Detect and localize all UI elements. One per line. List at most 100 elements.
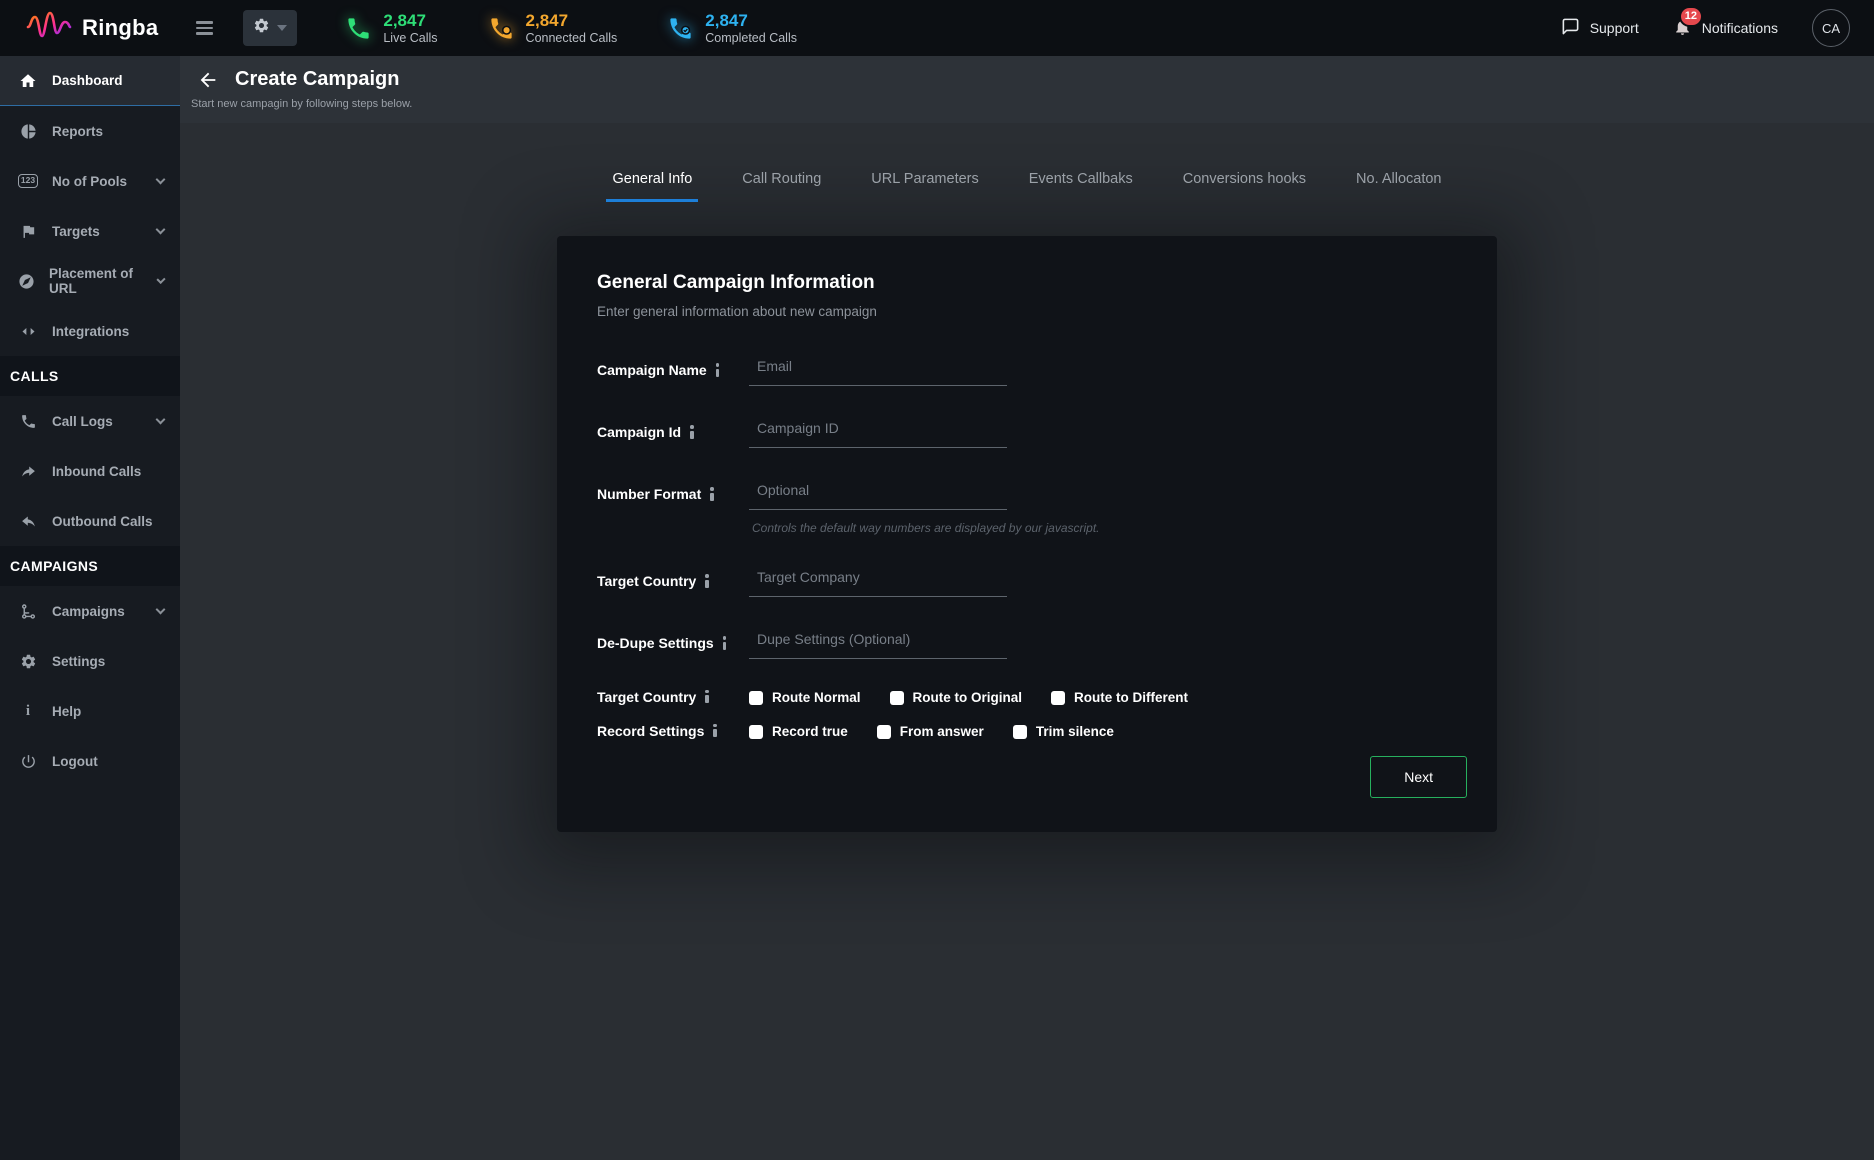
sidebar-item-settings[interactable]: Settings bbox=[0, 636, 180, 686]
checkbox-icon[interactable] bbox=[749, 725, 763, 739]
checkbox-icon[interactable] bbox=[1013, 725, 1027, 739]
sidebar-item-label: Inbound Calls bbox=[52, 464, 141, 479]
phone-connected-icon bbox=[488, 15, 515, 42]
info-icon bbox=[713, 724, 717, 738]
info-icon: i bbox=[18, 703, 38, 720]
target-country-input[interactable] bbox=[749, 564, 1007, 597]
campaign-tabs: General Info Call Routing URL Parameters… bbox=[180, 123, 1874, 202]
completed-calls-stat: 2,847 Completed Calls bbox=[667, 10, 797, 47]
route-normal-checkbox[interactable]: Route Normal bbox=[749, 690, 861, 705]
menu-toggle-icon[interactable] bbox=[196, 21, 213, 35]
chevron-down-icon bbox=[156, 604, 166, 614]
campaign-id-input[interactable] bbox=[749, 415, 1007, 448]
tab-general-info[interactable]: General Info bbox=[606, 171, 698, 202]
notifications-badge: 12 bbox=[1679, 6, 1703, 27]
form-row-campaign-id: Campaign Id bbox=[597, 415, 1467, 448]
page-title: Create Campaign bbox=[235, 68, 400, 91]
sidebar-item-inbound-calls[interactable]: Inbound Calls bbox=[0, 446, 180, 496]
support-label: Support bbox=[1590, 20, 1639, 36]
flag-pin-icon bbox=[18, 223, 38, 240]
record-true-checkbox[interactable]: Record true bbox=[749, 724, 848, 739]
pie-chart-icon bbox=[18, 123, 38, 140]
tab-events-callbaks[interactable]: Events Callbaks bbox=[1023, 171, 1139, 202]
number-format-input[interactable] bbox=[749, 477, 1007, 510]
call-stats: 2,847 Live Calls 2,847 Connected Calls 2… bbox=[345, 10, 797, 47]
brand-name: Ringba bbox=[82, 15, 158, 41]
chevron-down-icon bbox=[156, 174, 166, 184]
sidebar-item-outbound-calls[interactable]: Outbound Calls bbox=[0, 496, 180, 546]
sidebar-item-label: Outbound Calls bbox=[52, 514, 153, 529]
connected-calls-value: 2,847 bbox=[526, 10, 618, 31]
sidebar-item-call-logs[interactable]: Call Logs bbox=[0, 396, 180, 446]
sidebar-item-label: Settings bbox=[52, 654, 105, 669]
campaign-form: Campaign Name Campaign Id Number F bbox=[597, 353, 1467, 798]
tab-conversions-hooks[interactable]: Conversions hooks bbox=[1177, 171, 1312, 202]
form-row-target-country: Target Country bbox=[597, 564, 1467, 597]
info-icon bbox=[705, 574, 709, 588]
chevron-down-icon bbox=[156, 414, 166, 424]
live-calls-label: Live Calls bbox=[383, 31, 437, 47]
sidebar-section-campaigns: CAMPAIGNS bbox=[0, 546, 180, 586]
form-row-campaign-name: Campaign Name bbox=[597, 353, 1467, 386]
campaign-name-input[interactable] bbox=[749, 353, 1007, 386]
sidebar-section-calls: CALLS bbox=[0, 356, 180, 396]
sidebar-item-campaigns[interactable]: Campaigns bbox=[0, 586, 180, 636]
route-settings-label: Target Country bbox=[597, 689, 696, 705]
sidebar-item-help[interactable]: i Help bbox=[0, 686, 180, 736]
sidebar-item-logout[interactable]: Logout bbox=[0, 736, 180, 786]
completed-calls-value: 2,847 bbox=[705, 10, 797, 31]
chat-icon bbox=[1561, 17, 1580, 39]
connected-calls-stat: 2,847 Connected Calls bbox=[488, 10, 618, 47]
chevron-down-icon bbox=[277, 25, 287, 31]
notifications-button[interactable]: 12 Notifications bbox=[1673, 17, 1778, 40]
tab-no-allocaton[interactable]: No. Allocaton bbox=[1350, 171, 1447, 202]
checkbox-icon[interactable] bbox=[1051, 691, 1065, 705]
route-to-original-checkbox[interactable]: Route to Original bbox=[890, 690, 1023, 705]
form-row-number-format: Number Format Controls the default way n… bbox=[597, 477, 1467, 535]
campaign-id-label: Campaign Id bbox=[597, 424, 681, 440]
sidebar-item-label: Placement of URL bbox=[49, 266, 144, 296]
sidebar-item-label: Reports bbox=[52, 124, 103, 139]
live-calls-value: 2,847 bbox=[383, 10, 437, 31]
sidebar-item-no-of-pools[interactable]: 123 No of Pools bbox=[0, 156, 180, 206]
sidebar-item-label: Call Logs bbox=[52, 414, 113, 429]
sidebar-item-reports[interactable]: Reports bbox=[0, 106, 180, 156]
info-icon bbox=[723, 636, 727, 650]
sidebar-item-dashboard[interactable]: Dashboard bbox=[0, 56, 180, 106]
sidebar-item-placement-of-url[interactable]: Placement of URL bbox=[0, 256, 180, 306]
target-country-label: Target Country bbox=[597, 573, 696, 589]
trim-silence-checkbox[interactable]: Trim silence bbox=[1013, 724, 1114, 739]
checkbox-icon[interactable] bbox=[877, 725, 891, 739]
numbers-123-icon: 123 bbox=[18, 174, 38, 187]
from-answer-checkbox[interactable]: From answer bbox=[877, 724, 984, 739]
sidebar-item-label: Targets bbox=[52, 224, 100, 239]
tab-url-parameters[interactable]: URL Parameters bbox=[865, 171, 984, 202]
phone-completed-icon bbox=[667, 15, 694, 42]
route-to-different-checkbox[interactable]: Route to Different bbox=[1051, 690, 1188, 705]
sidebar-item-label: Campaigns bbox=[52, 604, 125, 619]
chevron-down-icon bbox=[156, 274, 165, 283]
support-button[interactable]: Support bbox=[1561, 17, 1639, 39]
sidebar: Dashboard Reports 123 No of Pools Target… bbox=[0, 56, 180, 1160]
dedupe-settings-label: De-Dupe Settings bbox=[597, 635, 714, 651]
compass-icon bbox=[18, 273, 35, 290]
ringba-logo-icon bbox=[26, 9, 72, 48]
completed-calls-label: Completed Calls bbox=[705, 31, 797, 47]
avatar[interactable]: CA bbox=[1812, 9, 1850, 47]
form-row-record-settings: Record Settings Record true From answer … bbox=[597, 722, 1467, 739]
number-format-helper: Controls the default way numbers are dis… bbox=[749, 521, 1100, 535]
page-subtitle: Start new campagin by following steps be… bbox=[191, 98, 1874, 110]
next-button[interactable]: Next bbox=[1370, 756, 1467, 798]
tab-call-routing[interactable]: Call Routing bbox=[736, 171, 827, 202]
campaign-name-label: Campaign Name bbox=[597, 362, 707, 378]
checkbox-icon[interactable] bbox=[749, 691, 763, 705]
quick-settings-button[interactable] bbox=[243, 10, 297, 46]
back-arrow-icon[interactable] bbox=[197, 69, 219, 91]
brand[interactable]: Ringba bbox=[0, 9, 158, 48]
arrows-left-right-icon bbox=[18, 323, 38, 340]
sidebar-item-integrations[interactable]: Integrations bbox=[0, 306, 180, 356]
dedupe-settings-input[interactable] bbox=[749, 626, 1007, 659]
checkbox-icon[interactable] bbox=[890, 691, 904, 705]
sidebar-item-targets[interactable]: Targets bbox=[0, 206, 180, 256]
number-format-label: Number Format bbox=[597, 486, 701, 502]
